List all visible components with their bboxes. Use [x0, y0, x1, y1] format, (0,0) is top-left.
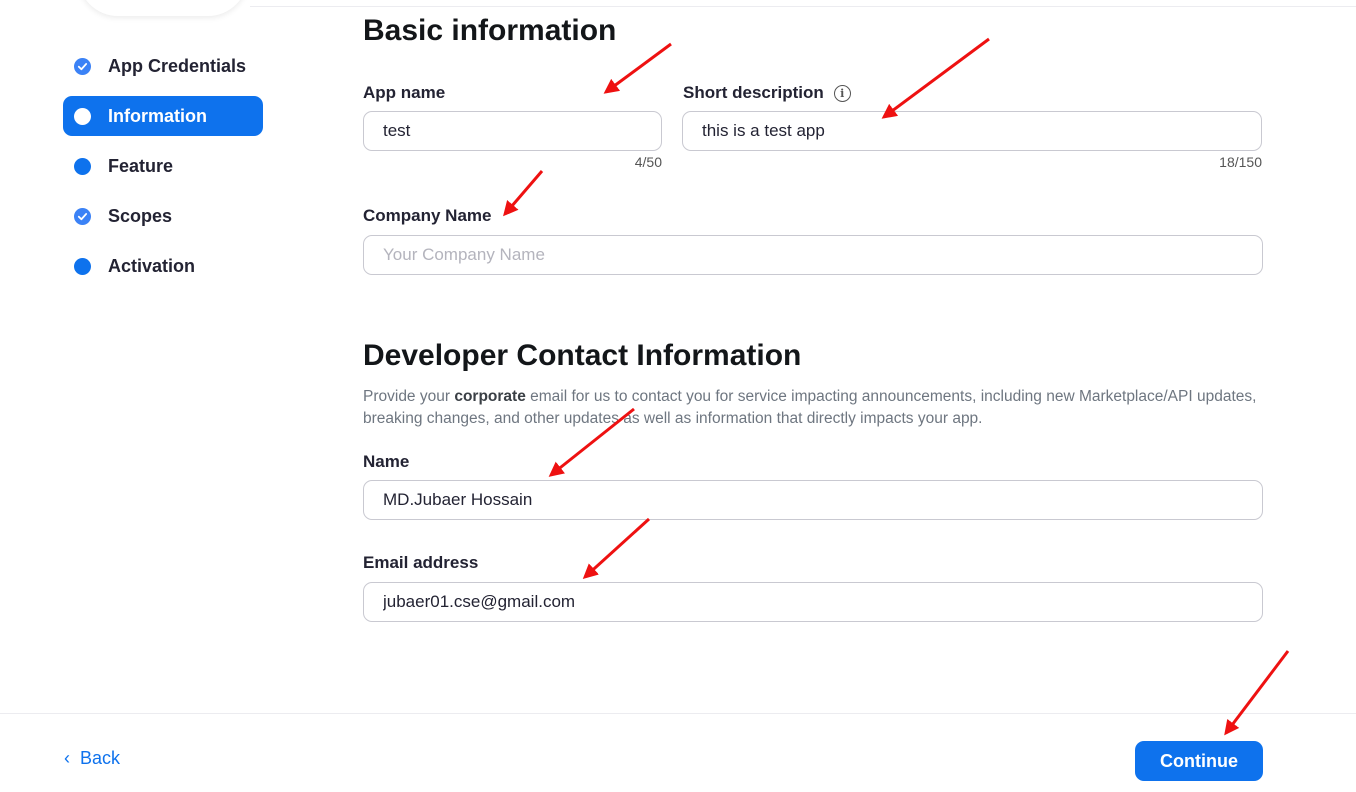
- check-icon: [74, 207, 91, 225]
- sidebar-item-label: App Credentials: [108, 55, 247, 76]
- arrow-short-description: [881, 37, 990, 119]
- app-name-counter: 4/50: [634, 154, 662, 170]
- short-description-input[interactable]: [682, 111, 1262, 151]
- step-sidebar: App Credentials Information Feature Scop…: [63, 46, 263, 296]
- contact-name-input[interactable]: [363, 480, 1263, 520]
- sidebar-item-app-credentials[interactable]: App Credentials: [63, 46, 263, 86]
- sidebar-item-label: Activation: [108, 255, 196, 276]
- top-divider: [250, 6, 1356, 7]
- sidebar-item-label: Information: [108, 105, 207, 126]
- back-button[interactable]: ‹ Back: [64, 748, 120, 769]
- company-name-label: Company Name: [363, 206, 492, 225]
- sidebar-item-activation[interactable]: Activation: [63, 246, 263, 286]
- arrow-app-name: [603, 42, 672, 94]
- developer-contact-heading: Developer Contact Information: [363, 339, 802, 372]
- short-description-counter: 18/150: [1219, 154, 1262, 170]
- chevron-left-icon: ‹: [64, 748, 70, 768]
- check-icon: [74, 57, 91, 75]
- arrow-email: [582, 517, 651, 580]
- sidebar-item-scopes[interactable]: Scopes: [63, 196, 263, 236]
- app-name-input[interactable]: [363, 111, 662, 151]
- header-card-edge: [78, 0, 248, 16]
- sidebar-item-information[interactable]: Information: [63, 96, 263, 136]
- footer-divider: [0, 713, 1356, 714]
- info-icon[interactable]: i: [833, 84, 851, 102]
- dot-icon: [74, 257, 91, 275]
- email-address-label: Email address: [363, 553, 479, 572]
- app-name-label: App name: [363, 83, 446, 102]
- sidebar-item-feature[interactable]: Feature: [63, 146, 263, 186]
- sidebar-item-label: Scopes: [108, 205, 173, 226]
- contact-description: Provide your corporate email for us to c…: [363, 388, 1257, 427]
- current-step-icon: [74, 107, 91, 125]
- back-label: Back: [80, 748, 121, 768]
- short-description-label: Short description i: [683, 83, 851, 103]
- arrow-company-name: [503, 170, 544, 217]
- arrow-continue: [1224, 650, 1290, 736]
- contact-name-label: Name: [363, 452, 410, 471]
- basic-information-heading: Basic information: [363, 14, 617, 47]
- company-name-input[interactable]: [363, 235, 1263, 275]
- continue-button[interactable]: Continue: [1135, 741, 1263, 781]
- sidebar-item-label: Feature: [108, 155, 174, 176]
- email-address-input[interactable]: [363, 582, 1263, 622]
- dot-icon: [74, 157, 91, 175]
